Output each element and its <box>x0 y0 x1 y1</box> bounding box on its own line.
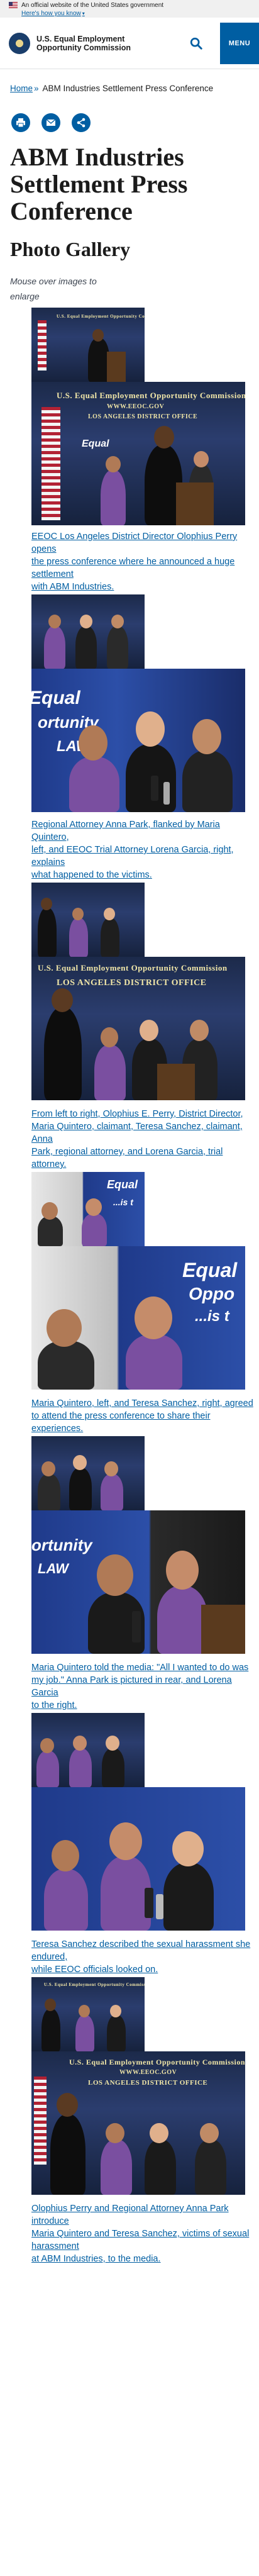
gallery-thumbnail[interactable]: Equal ...is t <box>31 1172 145 1246</box>
share-toolbar <box>0 94 259 138</box>
photo-caption-link[interactable]: Regional Attorney Anna Park, flanked by … <box>31 818 259 881</box>
gallery-large-photo[interactable] <box>31 1787 245 1931</box>
gallery-item: Teresa Sanchez described the sexual hara… <box>31 1713 259 1976</box>
how-you-know-link[interactable]: Here's how you know ▾ <box>9 10 250 18</box>
breadcrumb: Home» ABM Industries Settlement Press Con… <box>0 69 259 94</box>
breadcrumb-home-link[interactable]: Home <box>10 84 33 93</box>
photo-gallery: U.S. Equal Employment Opportunity Commis… <box>0 308 259 2265</box>
section-title: Photo Gallery <box>10 238 131 260</box>
gallery-large-photo[interactable]: Equal ortunity LAW <box>31 669 245 812</box>
page-title: ABM Industries Settlement Press Conferen… <box>10 143 188 225</box>
gallery-large-photo[interactable]: Equal Oppo ...is t <box>31 1246 245 1390</box>
gallery-large-photo[interactable]: U.S. Equal Employment Opportunity Commis… <box>31 382 245 525</box>
print-icon <box>16 118 25 128</box>
share-icon <box>77 118 85 128</box>
official-website-text: An official website of the United States… <box>21 2 164 9</box>
photo-caption-link[interactable]: From left to right, Olophius E. Perry, D… <box>31 1108 259 1171</box>
gallery-thumbnail[interactable] <box>31 1436 145 1510</box>
email-button[interactable] <box>41 113 60 132</box>
photo-caption-link[interactable]: Maria Quintero told the media: "All I wa… <box>31 1661 259 1712</box>
photo-caption-link[interactable]: Maria Quintero, left, and Teresa Sanchez… <box>31 1397 259 1435</box>
gallery-thumbnail[interactable] <box>31 1713 145 1787</box>
gallery-item: U.S. Equal Employment Opportunity Commis… <box>31 1977 259 2265</box>
site-header: U.S. Equal Employment Opportunity Commis… <box>0 18 259 69</box>
gallery-item: U.S. Equal Employment Opportunity Commis… <box>31 883 259 1171</box>
photo-caption-link[interactable]: EEOC Los Angeles District Director Oloph… <box>31 530 259 593</box>
chevron-down-icon: ▾ <box>82 11 85 16</box>
gallery-item: U.S. Equal Employment Opportunity Commis… <box>31 308 259 593</box>
gallery-thumbnail[interactable] <box>31 883 145 957</box>
gallery-item: Equal ortunity LAW Regional Attorney Ann… <box>31 594 259 881</box>
breadcrumb-separator: » <box>34 84 39 93</box>
gallery-item: ortunity LAW Maria Quintero told the med… <box>31 1436 259 1712</box>
email-icon <box>46 119 56 126</box>
gallery-large-photo[interactable]: U.S. Equal Employment Opportunity Commis… <box>31 957 245 1100</box>
eeoc-seal-logo[interactable] <box>9 32 30 54</box>
us-flag-icon <box>9 2 18 9</box>
gallery-thumbnail[interactable] <box>31 594 145 669</box>
gallery-large-photo[interactable]: ortunity LAW <box>31 1510 245 1654</box>
gov-banner: An official website of the United States… <box>0 0 259 18</box>
menu-button[interactable]: MENU <box>220 22 259 64</box>
print-button[interactable] <box>11 113 30 132</box>
agency-name[interactable]: U.S. Equal Employment Opportunity Commis… <box>36 35 184 52</box>
gallery-item: Equal ...is t Equal Oppo ...is t Maria Q… <box>31 1172 259 1435</box>
hover-hint: Mouse over images to enlarge <box>10 276 97 301</box>
gallery-thumbnail[interactable]: U.S. Equal Employment Opportunity Commis… <box>31 1977 145 2051</box>
search-button[interactable] <box>184 31 209 56</box>
share-button[interactable] <box>72 113 91 132</box>
breadcrumb-current: ABM Industries Settlement Press Conferen… <box>42 84 214 93</box>
gallery-large-photo[interactable]: U.S. Equal Employment Opportunity Commis… <box>31 2051 245 2195</box>
gallery-thumbnail[interactable]: U.S. Equal Employment Opportunity Commis… <box>31 308 145 382</box>
photo-caption-link[interactable]: Olophius Perry and Regional Attorney Ann… <box>31 2202 259 2265</box>
photo-caption-link[interactable]: Teresa Sanchez described the sexual hara… <box>31 1938 259 1976</box>
search-icon <box>190 37 202 50</box>
